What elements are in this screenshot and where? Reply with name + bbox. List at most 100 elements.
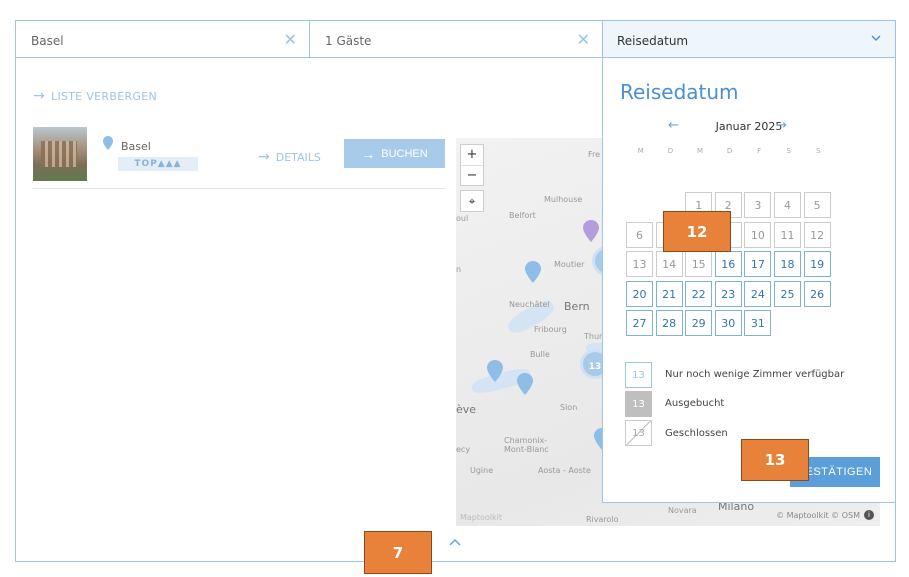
calendar-day[interactable]: 20 [626, 280, 653, 307]
hide-list-link[interactable]: → LISTE VERBERGEN [33, 88, 157, 104]
map-label: Sion [560, 403, 578, 412]
calendar-day[interactable]: 22 [685, 280, 713, 307]
hotel-rating-badge: TOP▲▲▲ [118, 157, 198, 171]
calendar-day[interactable]: 27 [626, 310, 653, 337]
next-month-icon[interactable]: → [776, 118, 787, 133]
calendar-day[interactable]: 17 [744, 251, 772, 278]
calendar-day[interactable]: 31 [744, 310, 772, 337]
calendar-day[interactable]: 29 [685, 310, 713, 337]
clear-location-icon[interactable]: ✕ [284, 30, 297, 49]
weekday-label: D [726, 147, 733, 155]
search-bar: Basel ✕ 1 Gäste ✕ Reisedatum [15, 20, 896, 58]
weekday-label: M [696, 147, 703, 155]
annotation-tag: 12 [663, 211, 731, 252]
crosshair-icon: ⌖ [468, 194, 476, 208]
hide-list-label: LISTE VERBERGEN [51, 89, 158, 103]
chevron-down-icon[interactable] [871, 33, 881, 43]
calendar-day: 14 [655, 251, 683, 278]
month-navigation: ← Januar 2025 → [603, 118, 895, 133]
calendar-day: 12 [803, 221, 831, 248]
calendar-day[interactable]: 26 [803, 280, 831, 307]
map-pin[interactable] [517, 373, 533, 395]
calendar-day: 10 [744, 221, 772, 248]
legend-text: Geschlossen [665, 428, 728, 439]
calendar-day: 3 [744, 192, 772, 218]
map-label: Belfort [509, 211, 536, 220]
map-pin-selected[interactable] [583, 220, 599, 242]
calendar-day[interactable]: 25 [774, 280, 801, 307]
locate-button[interactable]: ⌖ [460, 190, 484, 212]
calendar-day: 5 [803, 192, 831, 218]
map-label: Bern [564, 300, 590, 313]
book-button[interactable]: → BUCHEN [344, 139, 445, 168]
map-label: Novara [668, 506, 697, 515]
weekday-header: M D M D F S S [626, 147, 833, 155]
map-label: oul [456, 214, 469, 223]
map-label: Fre [588, 150, 601, 159]
map-label: Rivarolo [586, 515, 619, 524]
calendar-day[interactable]: 24 [744, 280, 772, 307]
arrow-right-icon: → [361, 145, 376, 162]
calendar-day[interactable]: 16 [714, 251, 742, 278]
map-label: Fribourg [534, 325, 567, 334]
location-value: Basel [31, 34, 64, 48]
calendar-day[interactable]: 28 [655, 310, 683, 337]
location-pin-icon [103, 136, 113, 150]
legend-sample-few: 13 [625, 362, 652, 388]
calendar-title: Reisedatum [620, 80, 739, 104]
weekday-label: S [786, 147, 791, 155]
date-picker-panel: Reisedatum ← Januar 2025 → M D M D F S S… [602, 57, 896, 503]
weekday-label: S [816, 147, 821, 155]
map-label: Chamonix- Mont-Blanc [504, 436, 549, 454]
chevron-up-icon[interactable] [449, 538, 461, 548]
legend-text: Nur noch wenige Zimmer verfügbar [665, 369, 845, 380]
map-label: n [456, 265, 462, 274]
weekday-label: F [757, 147, 762, 155]
weekday-label: M [637, 147, 644, 155]
map-label: ève [456, 403, 477, 416]
location-field[interactable]: Basel ✕ [16, 21, 310, 57]
guests-field[interactable]: 1 Gäste ✕ [310, 21, 603, 57]
calendar-day[interactable]: 21 [655, 280, 683, 307]
legend-text: Ausgebucht [665, 398, 725, 409]
map-pin[interactable] [525, 261, 541, 283]
map-label: Aosta - Aoste [538, 466, 591, 475]
calendar-day: 11 [774, 221, 801, 248]
legend-sample-booked: 13 [625, 391, 652, 417]
book-label: BUCHEN [381, 147, 428, 160]
annotation-tag: 13 [741, 439, 809, 481]
arrow-right-icon: → [258, 149, 270, 165]
hotel-list-item: Basel TOP▲▲▲ → DETAILS → BUCHEN [33, 127, 445, 189]
map-label: Moutier [554, 260, 585, 269]
calendar-day: 4 [774, 192, 801, 218]
calendar-day[interactable]: 18 [774, 251, 801, 278]
map-logo: Maptoolkit [460, 513, 503, 522]
zoom-out-button[interactable]: − [461, 166, 483, 186]
hotel-image[interactable] [33, 127, 87, 181]
weekday-label: D [667, 147, 674, 155]
clear-guests-icon[interactable]: ✕ [577, 30, 590, 49]
hotel-city: Basel [121, 140, 151, 153]
date-field-label: Reisedatum [617, 34, 689, 48]
map-label: Ugine [470, 466, 494, 475]
calendar-day: 13 [626, 251, 653, 278]
calendar-day: 6 [626, 221, 653, 248]
map-pin[interactable] [487, 360, 503, 382]
zoom-in-button[interactable]: + [461, 145, 483, 166]
legend-sample-closed: 13 [625, 420, 652, 446]
calendar-day[interactable]: 19 [803, 251, 831, 278]
month-label: Januar 2025 [715, 120, 783, 133]
previous-month-icon[interactable]: ← [668, 118, 679, 133]
map-label: Mulhouse [544, 195, 583, 204]
attribution-text: © Maptoolkit © OSM [776, 510, 860, 520]
details-link[interactable]: → DETAILS [258, 149, 321, 165]
map-label: Neuchâtel [509, 300, 550, 309]
map-label: Bulle [530, 350, 550, 359]
map-attribution: © Maptoolkit © OSM i [776, 510, 874, 520]
calendar-day[interactable]: 30 [714, 310, 742, 337]
calendar-day[interactable]: 23 [714, 280, 742, 307]
info-icon[interactable]: i [864, 510, 874, 520]
map-label: ecy [456, 445, 471, 454]
zoom-controls: + − [460, 144, 484, 186]
date-field[interactable]: Reisedatum [603, 21, 895, 57]
